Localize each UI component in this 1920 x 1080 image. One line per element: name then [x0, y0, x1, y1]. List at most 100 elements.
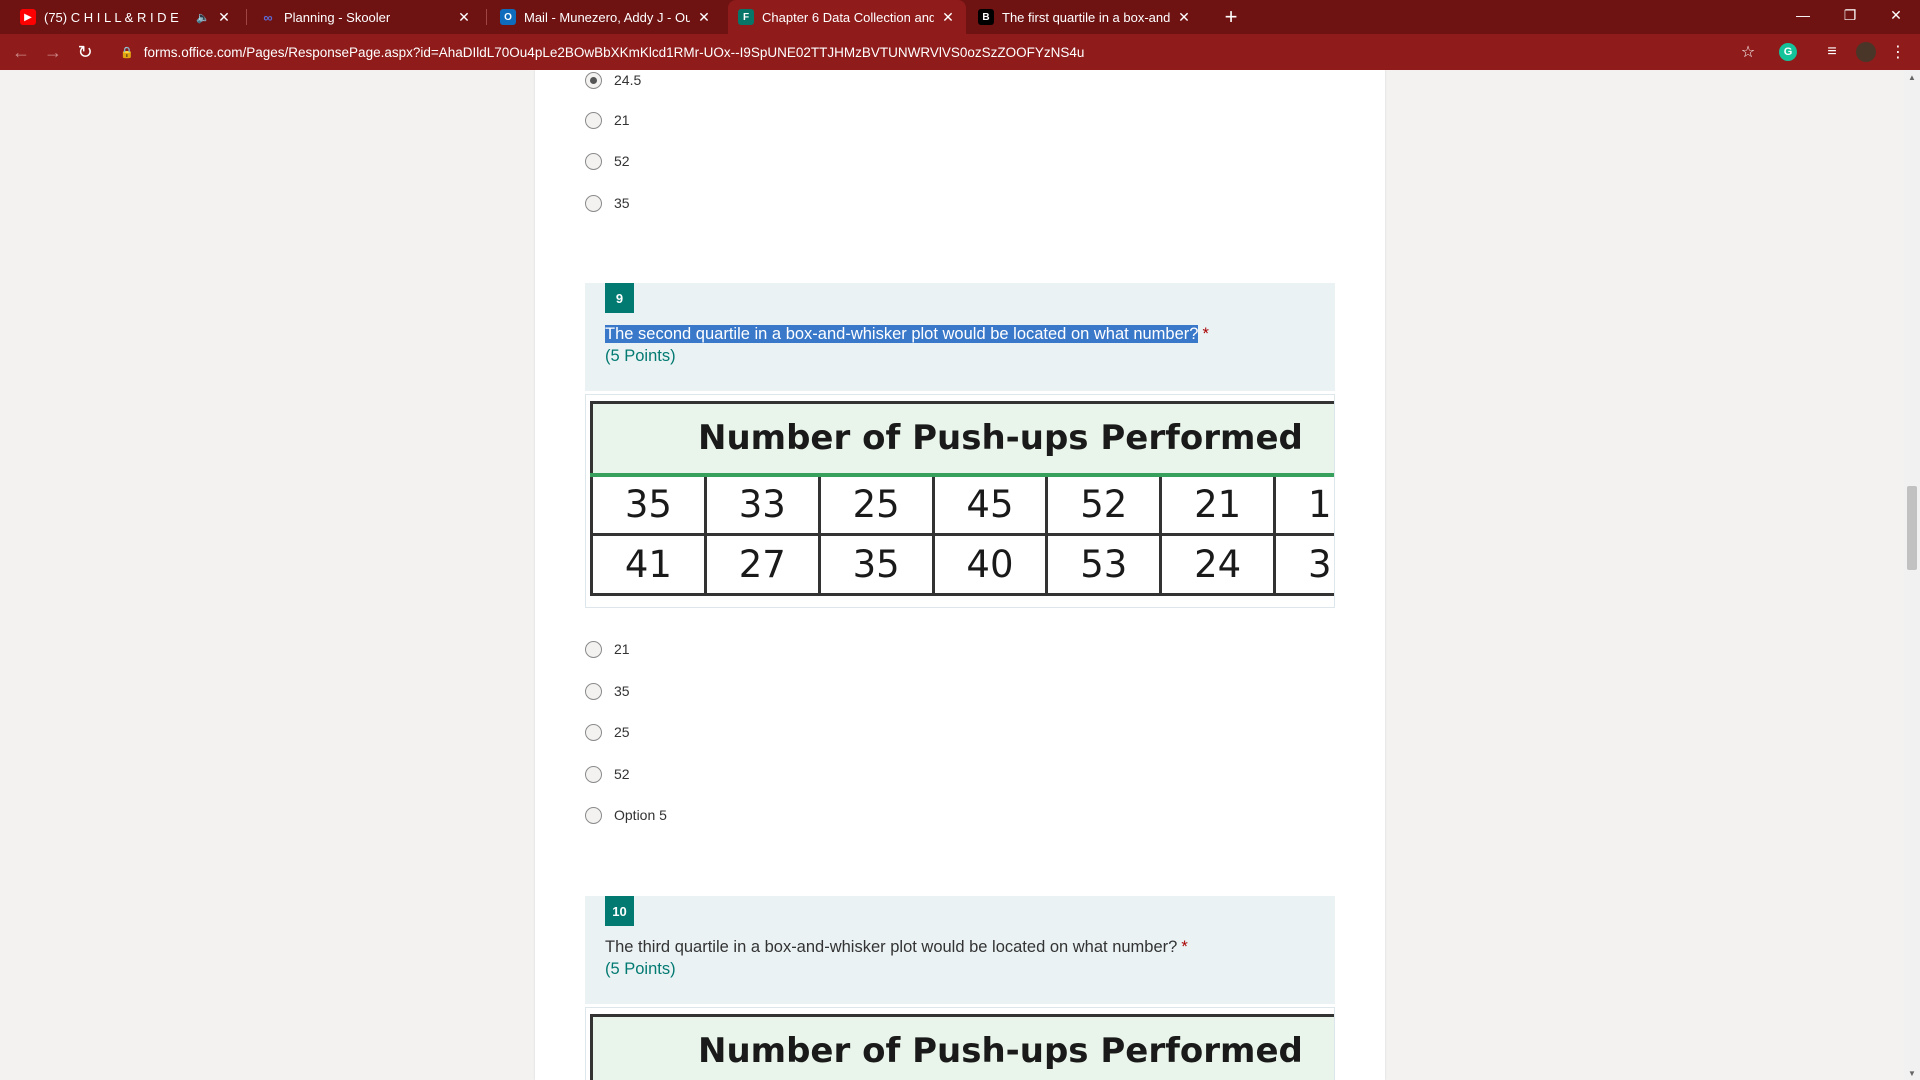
page-scrollbar[interactable]: ▲ ▼ [1904, 70, 1920, 1080]
table-row: 41 27 35 40 53 24 38 [590, 533, 1334, 596]
pushup-table: Number of Push-ups Performed [590, 1014, 1334, 1080]
option-label: 35 [614, 683, 630, 699]
radio-button[interactable] [585, 723, 602, 741]
media-control-icon[interactable]: ≡ [1820, 40, 1844, 64]
tab-title: Chapter 6 Data Collection and Analysis [762, 9, 934, 25]
grammarly-icon[interactable]: G [1776, 40, 1800, 64]
table-row: 35 33 25 45 52 21 18 [590, 473, 1334, 536]
question-title-text: The third quartile in a box-and-whisker … [605, 938, 1178, 956]
browser-tab-youtube[interactable]: ▶ (75) C H I L L & R I D E 🔈 ✕ [10, 0, 242, 34]
scroll-up-icon[interactable]: ▲ [1904, 70, 1920, 84]
forward-arrow-icon[interactable]: → [38, 37, 68, 67]
radio-button[interactable] [585, 194, 602, 212]
table-cell: 25 [817, 473, 935, 536]
close-icon[interactable]: ✕ [696, 9, 712, 26]
option-q9-3[interactable]: 25 [585, 722, 630, 742]
table-cell: 52 [1045, 473, 1163, 536]
radio-button[interactable] [585, 640, 602, 658]
option-label: 25 [614, 724, 630, 740]
option-label: 21 [614, 641, 630, 657]
question-9-header: 9 The second quartile in a box-and-whisk… [585, 283, 1335, 391]
option-label: Option 5 [614, 807, 667, 823]
bookmark-star-icon[interactable]: ☆ [1736, 40, 1760, 64]
url-text: forms.office.com/Pages/ResponsePage.aspx… [143, 44, 1085, 60]
table-cell: 35 [590, 473, 707, 536]
brainly-icon: B [978, 9, 994, 25]
table-cell: 38 [1273, 533, 1334, 596]
close-icon[interactable]: ✕ [216, 9, 232, 26]
question-number-badge: 9 [605, 283, 634, 313]
table-cell: 21 [1159, 473, 1277, 536]
option-prev-3[interactable]: 52 [585, 151, 630, 171]
radio-button[interactable] [585, 765, 602, 783]
table-cell: 27 [703, 533, 821, 596]
browser-tab-bar: ▶ (75) C H I L L & R I D E 🔈 ✕ ∞ Plannin… [0, 0, 1920, 34]
table-cell: 18 [1273, 473, 1334, 536]
option-q9-2[interactable]: 35 [585, 681, 630, 701]
reload-icon[interactable]: ↻ [70, 37, 100, 67]
question-points: (5 Points) [605, 960, 676, 978]
browser-tab-outlook[interactable]: O Mail - Munezero, Addy J - Outlook ✕ [490, 0, 722, 34]
option-label: 21 [614, 112, 630, 128]
pushup-table: Number of Push-ups Performed 35 33 25 45… [590, 401, 1334, 596]
tab-title: The first quartile in a box-and-whisker [1002, 9, 1170, 25]
table-cell: 33 [703, 473, 821, 536]
option-q9-1[interactable]: 21 [585, 639, 630, 659]
question-title-text: The second quartile in a box-and-whisker… [605, 325, 1199, 343]
browser-tab-skooler[interactable]: ∞ Planning - Skooler ✕ [250, 0, 482, 34]
radio-button[interactable] [585, 806, 602, 824]
close-window-icon[interactable]: ✕ [1873, 0, 1919, 30]
browser-address-bar: ← → ↻ 🔒 forms.office.com/Pages/ResponseP… [0, 34, 1920, 70]
option-prev-2[interactable]: 21 [585, 110, 630, 130]
form-card: 24.5 21 52 35 9 The second quartile in a… [535, 70, 1385, 1080]
table-cell: 45 [931, 473, 1049, 536]
option-prev-4[interactable]: 35 [585, 193, 630, 213]
close-icon[interactable]: ✕ [1176, 9, 1192, 26]
browser-tab-brainly[interactable]: B The first quartile in a box-and-whiske… [968, 0, 1202, 34]
question-10-image: Number of Push-ups Performed [585, 1007, 1335, 1080]
new-tab-button[interactable]: + [1214, 0, 1248, 34]
forms-icon: F [738, 9, 754, 25]
page-viewport: 24.5 21 52 35 9 The second quartile in a… [0, 70, 1904, 1080]
tab-title: Mail - Munezero, Addy J - Outlook [524, 9, 690, 25]
option-q9-5[interactable]: Option 5 [585, 805, 667, 825]
minimize-icon[interactable]: — [1780, 0, 1826, 30]
more-menu-icon[interactable]: ⋮ [1886, 40, 1910, 64]
avatar[interactable] [1854, 40, 1878, 64]
tab-title: Planning - Skooler [284, 9, 391, 25]
tab-separator [246, 9, 247, 25]
tab-separator [486, 9, 487, 25]
radio-button[interactable] [585, 111, 602, 129]
radio-button[interactable] [585, 71, 602, 89]
outlook-icon: O [500, 9, 516, 25]
question-10-header: 10 The third quartile in a box-and-whisk… [585, 896, 1335, 1004]
radio-button[interactable] [585, 152, 602, 170]
close-icon[interactable]: ✕ [940, 9, 956, 26]
table-title: Number of Push-ups Performed [590, 1014, 1334, 1080]
table-cell: 53 [1045, 533, 1163, 596]
lock-icon: 🔒 [120, 46, 134, 59]
question-title: The third quartile in a box-and-whisker … [605, 938, 1188, 957]
table-cell: 35 [817, 533, 935, 596]
question-9-image: Number of Push-ups Performed 35 33 25 45… [585, 394, 1335, 608]
option-label: 52 [614, 766, 630, 782]
radio-button[interactable] [585, 682, 602, 700]
close-icon[interactable]: ✕ [456, 9, 472, 26]
table-title: Number of Push-ups Performed [590, 401, 1334, 477]
scroll-down-icon[interactable]: ▼ [1904, 1066, 1920, 1080]
table-cell: 41 [590, 533, 707, 596]
required-marker: * [1181, 938, 1188, 956]
question-number-badge: 10 [605, 896, 634, 926]
browser-tab-forms[interactable]: F Chapter 6 Data Collection and Analysis… [728, 0, 966, 34]
table-cell: 24 [1159, 533, 1277, 596]
option-prev-1[interactable]: 24.5 [585, 70, 641, 90]
option-label: 52 [614, 153, 630, 169]
back-arrow-icon[interactable]: ← [6, 37, 36, 67]
option-q9-4[interactable]: 52 [585, 764, 630, 784]
scroll-thumb[interactable] [1907, 486, 1917, 570]
skooler-icon: ∞ [263, 9, 273, 25]
restore-icon[interactable]: ❐ [1827, 0, 1873, 30]
address-field[interactable]: 🔒 forms.office.com/Pages/ResponsePage.as… [120, 42, 1084, 62]
required-marker: * [1202, 325, 1209, 343]
speaker-icon: 🔈 [196, 11, 210, 24]
